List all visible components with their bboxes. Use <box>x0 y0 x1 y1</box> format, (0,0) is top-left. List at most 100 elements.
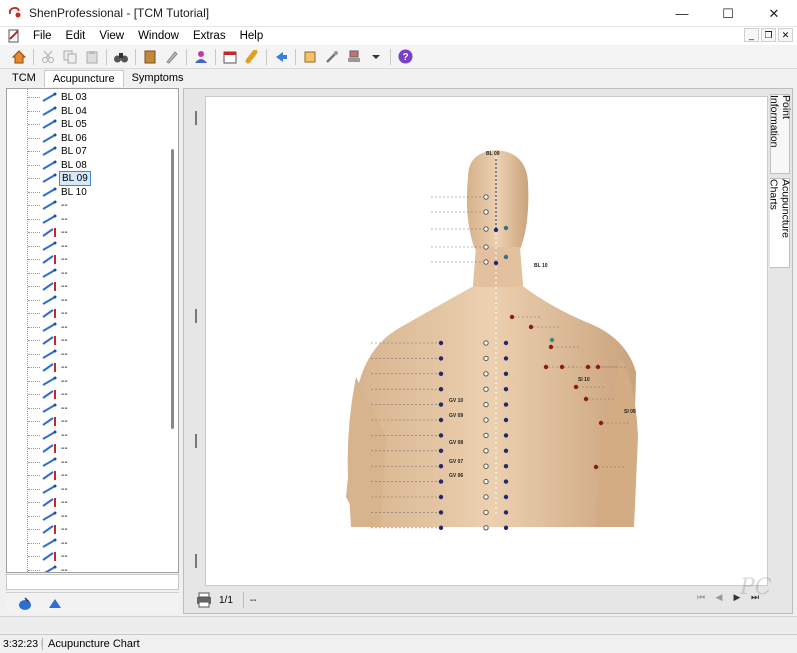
mdi-restore-button[interactable]: ❐ <box>761 28 776 42</box>
tree-item[interactable]: -- <box>7 280 167 294</box>
acupoint-marker[interactable] <box>503 371 509 376</box>
acupoint-marker[interactable] <box>483 386 489 392</box>
acupoint-marker[interactable] <box>483 244 489 250</box>
dropdown-button[interactable] <box>365 47 387 67</box>
cut-button[interactable] <box>37 47 59 67</box>
tree-item[interactable]: -- <box>7 537 167 551</box>
acupoint-marker[interactable] <box>438 448 444 453</box>
acupoint-marker[interactable] <box>503 525 509 530</box>
tab-acupuncture[interactable]: Acupuncture <box>43 70 124 87</box>
tree-item[interactable]: -- <box>7 510 167 524</box>
tree-item[interactable]: -- <box>7 240 167 254</box>
acupoint-marker[interactable] <box>503 387 509 392</box>
acupoint-marker[interactable] <box>438 387 444 392</box>
acupoint-marker[interactable] <box>438 433 444 438</box>
tree-item[interactable]: -- <box>7 388 167 402</box>
acupoint-marker[interactable] <box>483 525 489 531</box>
tab-acupuncture-charts[interactable]: Acupuncture Charts <box>768 178 792 268</box>
acupoint-marker[interactable] <box>438 340 444 346</box>
tree-item[interactable]: BL 08 <box>7 159 167 173</box>
tab-point-information[interactable]: Point Information <box>768 94 792 174</box>
tree-item[interactable]: BL 06 <box>7 132 167 146</box>
tools-button[interactable] <box>321 47 343 67</box>
tree-item[interactable]: -- <box>7 550 167 564</box>
acupoint-marker[interactable] <box>503 402 509 407</box>
acupoint-marker[interactable] <box>483 371 489 377</box>
tree-item[interactable]: -- <box>7 496 167 510</box>
meridian-button[interactable] <box>46 596 64 612</box>
tree-item[interactable]: -- <box>7 564 167 572</box>
acupoint-marker[interactable] <box>483 448 489 454</box>
search-button[interactable] <box>110 47 132 67</box>
tree-item[interactable]: -- <box>7 469 167 483</box>
navigate-button[interactable] <box>270 47 292 67</box>
acupoint-marker[interactable] <box>483 355 489 362</box>
acupoint-marker[interactable] <box>483 209 489 215</box>
tree-item[interactable]: -- <box>7 267 167 281</box>
acupoint-marker[interactable] <box>438 494 444 500</box>
tree-item[interactable]: -- <box>7 321 167 335</box>
stamp-button[interactable] <box>343 47 365 67</box>
tree-item[interactable]: BL 03 <box>7 91 167 105</box>
acupoint-marker[interactable] <box>559 364 565 370</box>
acupoint-marker[interactable] <box>483 401 489 408</box>
home-button[interactable] <box>8 47 30 67</box>
acupoint-marker[interactable] <box>438 464 444 469</box>
acupoint-marker[interactable] <box>503 340 509 346</box>
acupuncture-chart-viewer[interactable]: BL 09 BL 10 SI 10 SI 09 GV 10 GV 09 GV 0… <box>205 96 768 586</box>
menu-help[interactable]: Help <box>233 30 271 42</box>
acupoint-marker[interactable] <box>503 464 509 469</box>
tree-item[interactable]: -- <box>7 402 167 416</box>
edit-button[interactable] <box>161 47 183 67</box>
copy-button[interactable] <box>59 47 81 67</box>
acupoint-marker[interactable] <box>438 402 444 407</box>
acupoint-marker[interactable] <box>598 420 604 426</box>
acupoint-marker[interactable] <box>503 448 509 453</box>
menu-file[interactable]: File <box>26 30 59 42</box>
help-button[interactable]: ? <box>394 47 416 67</box>
tree-item[interactable]: -- <box>7 348 167 362</box>
acupoint-marker[interactable] <box>493 227 499 233</box>
acupoint-marker[interactable] <box>503 433 509 438</box>
acupoint-marker[interactable] <box>503 479 509 484</box>
menu-view[interactable]: View <box>92 30 131 42</box>
tree-item[interactable]: -- <box>7 523 167 537</box>
calendar-button[interactable] <box>219 47 241 67</box>
close-button[interactable]: ✕ <box>751 0 797 27</box>
acupoint-marker[interactable] <box>593 464 599 470</box>
tree-item[interactable]: BL 05 <box>7 118 167 132</box>
tree-item[interactable]: -- <box>7 415 167 429</box>
acupoint-marker[interactable] <box>438 417 444 423</box>
tree-item[interactable]: -- <box>7 199 167 213</box>
acupoint-marker[interactable] <box>548 344 554 350</box>
acupuncture-tree[interactable]: BL 03 BL 04 BL 05 BL 06 BL 07 BL 08 BL 09 BL 10… <box>6 88 179 573</box>
tree-filter-input[interactable] <box>6 574 179 590</box>
acupoint-marker[interactable] <box>483 417 489 423</box>
tree-item[interactable]: -- <box>7 375 167 389</box>
tree-scrollbar[interactable] <box>171 149 174 429</box>
mdi-minimize-button[interactable]: _ <box>744 28 759 42</box>
tab-tcm[interactable]: TCM <box>4 70 44 87</box>
acupoint-marker[interactable] <box>483 509 489 516</box>
tree-item[interactable]: -- <box>7 429 167 443</box>
acupoint-marker[interactable] <box>438 525 444 530</box>
tree-item[interactable]: -- <box>7 307 167 321</box>
acupoint-marker[interactable] <box>585 364 591 370</box>
acupoint-marker[interactable] <box>438 356 444 361</box>
tree-item[interactable]: -- <box>7 442 167 456</box>
first-page-button[interactable]: ⏮ <box>696 592 706 603</box>
acupoint-marker[interactable] <box>573 384 579 390</box>
acupoint-marker[interactable] <box>503 254 509 260</box>
tree-item[interactable]: BL 10 <box>7 186 167 200</box>
acupoint-marker[interactable] <box>595 364 601 370</box>
acupoint-marker[interactable] <box>483 494 489 500</box>
acupoint-marker[interactable] <box>483 463 489 469</box>
tree-item[interactable]: BL 04 <box>7 105 167 119</box>
acupoint-marker[interactable] <box>509 314 515 320</box>
tree-item[interactable]: -- <box>7 294 167 308</box>
paste-button[interactable] <box>81 47 103 67</box>
tree-item[interactable]: -- <box>7 334 167 348</box>
acupoint-marker[interactable] <box>483 226 489 232</box>
book-button[interactable] <box>139 47 161 67</box>
acupoint-marker[interactable] <box>438 371 444 376</box>
